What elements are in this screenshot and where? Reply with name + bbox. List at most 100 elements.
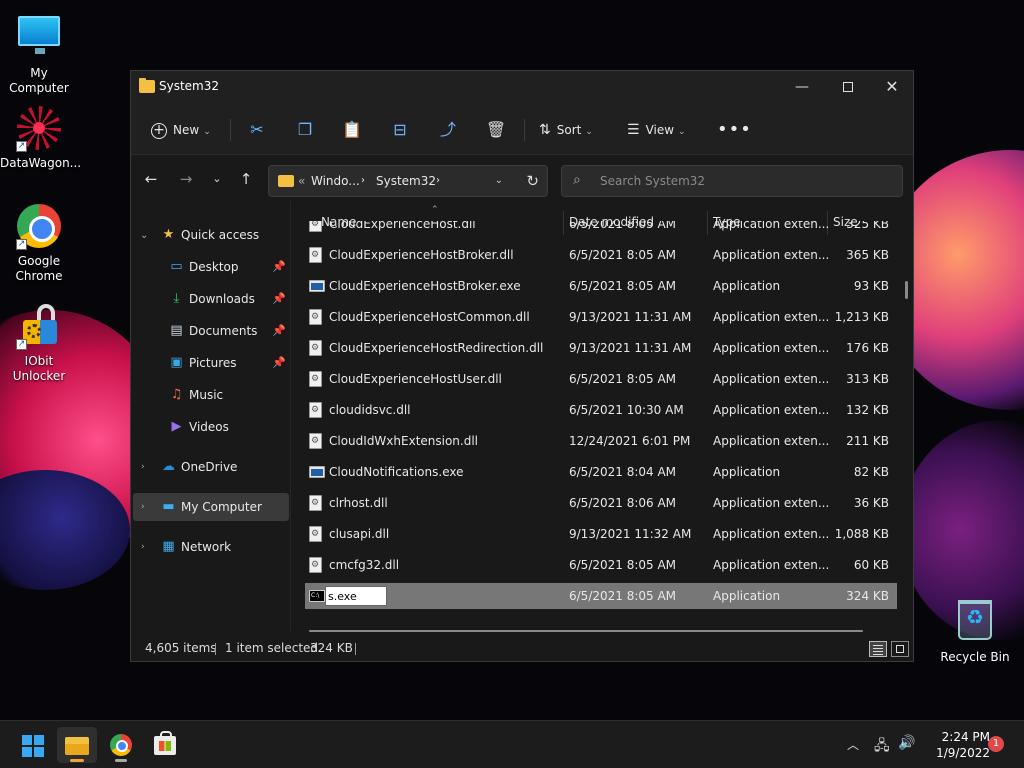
table-row[interactable]: CloudExperienceHostCommon.dll 9/13/2021 1… bbox=[305, 304, 897, 330]
paste-icon[interactable]: 📋 bbox=[338, 117, 366, 143]
table-row[interactable]: CloudExperienceHost.dll 6/5/2021 8:05 AM A… bbox=[305, 221, 897, 237]
start-button[interactable] bbox=[12, 727, 52, 763]
search-box[interactable]: ⌕ bbox=[561, 165, 903, 197]
desktop-icon-recycle-bin[interactable]: Recycle Bin bbox=[936, 596, 1014, 665]
chevron-right-icon[interactable]: › bbox=[141, 453, 145, 481]
table-row[interactable]: CloudExperienceHostBroker.exe 6/5/2021 8:… bbox=[305, 273, 897, 299]
details-view-icon bbox=[873, 651, 883, 652]
sort-button[interactable]: ⇅ Sort ⌄ bbox=[539, 117, 593, 143]
new-button[interactable]: + New ⌄ bbox=[151, 117, 211, 143]
volume-icon[interactable]: 🔊 bbox=[898, 735, 915, 751]
nav-item-music[interactable]: ♫ Music bbox=[131, 381, 287, 409]
chevron-down-icon[interactable]: ⌄ bbox=[495, 175, 503, 186]
running-indicator bbox=[70, 759, 84, 762]
toolbar-separator bbox=[524, 119, 525, 141]
vertical-scrollbar[interactable] bbox=[905, 281, 908, 299]
file-type: Application exten... bbox=[713, 558, 830, 572]
delete-icon[interactable]: 🗑 bbox=[482, 117, 510, 143]
table-row[interactable]: clrhost.dll 6/5/2021 8:06 AM Application e… bbox=[305, 490, 897, 516]
system-clock[interactable]: 2:24 PM 1/9/2022 bbox=[920, 729, 990, 761]
desktop-icon-label: DataWagon... bbox=[0, 156, 82, 170]
taskbar-file-explorer[interactable] bbox=[57, 727, 97, 763]
horizontal-scrollbar[interactable] bbox=[309, 630, 863, 632]
share-icon[interactable]: ⤴ bbox=[434, 117, 462, 143]
rename-icon[interactable]: ⊟ bbox=[386, 117, 414, 143]
minimize-button[interactable]: — bbox=[779, 71, 825, 105]
nav-onedrive[interactable]: › ☁ OneDrive bbox=[131, 453, 287, 481]
notification-badge[interactable]: 1 bbox=[988, 736, 1004, 752]
file-size: 36 KB bbox=[853, 496, 889, 510]
desktop-icon-datawagon[interactable]: ↗ DataWagon... bbox=[0, 106, 82, 171]
table-row[interactable]: cloudidsvc.dll 6/5/2021 10:30 AM Applicati… bbox=[305, 397, 897, 423]
table-row[interactable]: CloudExperienceHostUser.dll 6/5/2021 8:05… bbox=[305, 366, 897, 392]
chevron-right-icon[interactable]: › bbox=[141, 493, 145, 521]
dll-file-icon bbox=[309, 526, 322, 542]
close-button[interactable]: ✕ bbox=[869, 71, 915, 105]
pin-icon[interactable]: 📌 bbox=[272, 317, 286, 345]
file-size: 82 KB bbox=[853, 465, 889, 479]
back-button[interactable]: ← bbox=[139, 168, 163, 190]
desktop-icon-iobit-unlocker[interactable]: ↗ IObit Unlocker bbox=[0, 302, 78, 384]
nav-item-documents[interactable]: ▤ Documents 📌 bbox=[131, 317, 287, 345]
chevron-down-icon: ⌄ bbox=[585, 127, 593, 137]
table-row[interactable]: CloudNotifications.exe 6/5/2021 8:04 AM Ap… bbox=[305, 459, 897, 485]
refresh-icon[interactable]: ↻ bbox=[526, 172, 539, 190]
more-options-button[interactable]: ••• bbox=[717, 117, 752, 143]
nav-item-videos[interactable]: ▶ Videos bbox=[131, 413, 287, 441]
shortcut-arrow-icon: ↗ bbox=[16, 239, 27, 250]
up-button[interactable]: ↑ bbox=[234, 168, 258, 190]
file-date: 9/13/2021 11:31 AM bbox=[569, 310, 692, 324]
breadcrumb-overflow[interactable]: « bbox=[298, 174, 305, 188]
title-bar[interactable]: System32 — ✕ bbox=[131, 71, 913, 105]
chrome-icon bbox=[110, 734, 132, 756]
table-row[interactable]: cmcfg32.dll 6/5/2021 8:05 AM Application e… bbox=[305, 552, 897, 578]
chevron-down-icon[interactable]: ⌄ bbox=[140, 222, 148, 250]
exe-file-icon bbox=[309, 280, 325, 292]
table-row[interactable]: CloudIdWxhExtension.dll 12/24/2021 6:01 P… bbox=[305, 428, 897, 454]
pane-divider[interactable] bbox=[290, 201, 291, 631]
copy-icon[interactable]: ❐ bbox=[291, 117, 319, 143]
cut-icon[interactable]: ✂ bbox=[243, 117, 271, 143]
pin-icon[interactable]: 📌 bbox=[272, 285, 286, 313]
breadcrumb-system32[interactable]: System32 bbox=[376, 174, 436, 188]
network-status-icon[interactable]: 🖧 bbox=[874, 735, 890, 759]
recent-locations-button[interactable]: ⌄ bbox=[205, 168, 229, 190]
maximize-button[interactable] bbox=[825, 71, 871, 105]
large-icons-view-button[interactable] bbox=[891, 641, 909, 657]
search-icon: ⌕ bbox=[573, 172, 581, 188]
nav-quick-access[interactable]: ⌄ ★ Quick access bbox=[131, 221, 287, 249]
pin-icon[interactable]: 📌 bbox=[272, 253, 286, 281]
chevron-right-icon[interactable]: › bbox=[436, 175, 440, 186]
table-row[interactable]: clusapi.dll 9/13/2021 11:32 AM Application… bbox=[305, 521, 897, 547]
table-row-selected[interactable]: 6/5/2021 8:05 AM Application 324 KB bbox=[305, 583, 897, 609]
nav-my-computer[interactable]: › ▬ My Computer bbox=[133, 493, 289, 521]
desktop-icon-google-chrome[interactable]: ↗ Google Chrome bbox=[0, 204, 78, 284]
status-separator bbox=[215, 643, 216, 655]
address-bar[interactable]: « Windo... › System32 › ⌄ ↻ bbox=[268, 165, 548, 197]
details-view-button[interactable] bbox=[869, 641, 887, 657]
taskbar-microsoft-store[interactable] bbox=[145, 727, 185, 763]
chevron-up-icon[interactable]: ︿ bbox=[847, 736, 859, 753]
desktop-icon-label: IObit Unlocker bbox=[12, 354, 66, 383]
nav-item-downloads[interactable]: ⤓ Downloads 📌 bbox=[131, 285, 287, 313]
breadcrumb-windows[interactable]: Windo... bbox=[311, 174, 360, 188]
pin-icon[interactable]: 📌 bbox=[272, 349, 286, 377]
file-name: cloudidsvc.dll bbox=[329, 403, 411, 417]
chevron-right-icon[interactable]: › bbox=[361, 175, 365, 186]
search-input[interactable] bbox=[600, 172, 890, 190]
rename-input[interactable] bbox=[325, 586, 387, 606]
table-row[interactable]: CloudExperienceHostRedirection.dll 9/13/2… bbox=[305, 335, 897, 361]
forward-button[interactable]: → bbox=[174, 168, 198, 190]
nav-network[interactable]: › ▦ Network bbox=[131, 533, 287, 561]
desktop-icon-my-computer[interactable]: My Computer bbox=[0, 10, 78, 96]
file-name: CloudNotifications.exe bbox=[329, 465, 464, 479]
star-icon: ★ bbox=[162, 227, 175, 242]
nav-item-pictures[interactable]: ▣ Pictures 📌 bbox=[131, 349, 287, 377]
file-date: 6/5/2021 8:05 AM bbox=[569, 589, 677, 603]
table-row[interactable]: CloudExperienceHostBroker.dll 6/5/2021 8:… bbox=[305, 242, 897, 268]
new-button-label: New bbox=[173, 123, 200, 137]
view-button[interactable]: ☰ View ⌄ bbox=[627, 117, 686, 143]
chevron-right-icon[interactable]: › bbox=[141, 533, 145, 561]
taskbar-chrome[interactable] bbox=[101, 727, 141, 763]
nav-item-desktop[interactable]: ▭ Desktop 📌 bbox=[131, 253, 287, 281]
